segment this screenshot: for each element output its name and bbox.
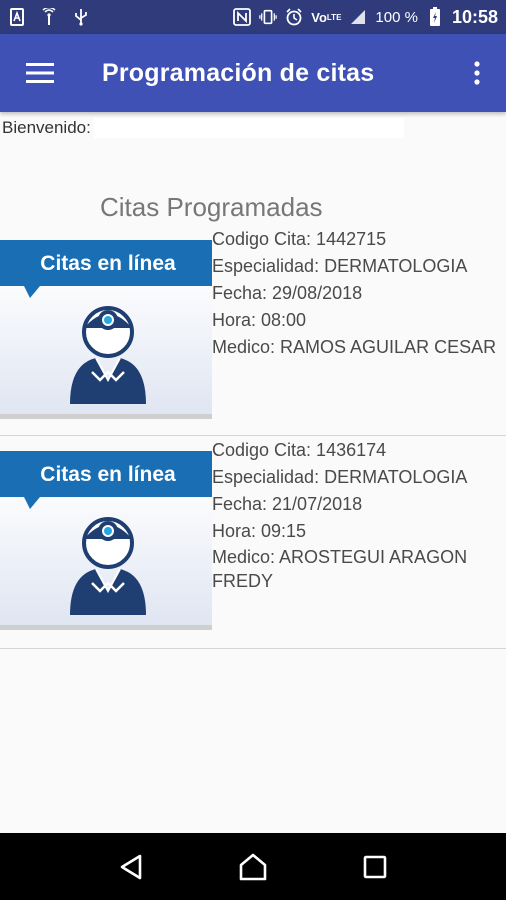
appointment-doctor: Medico: AROSTEGUI ARAGON FREDY xyxy=(212,547,468,591)
citas-en-linea-thumbnail: Citas en línea xyxy=(0,451,212,631)
clock: 10:58 xyxy=(451,6,498,27)
appointment-specialty: Especialidad: DERMATOLOGIA xyxy=(212,256,468,276)
volte-icon: Vo LTE xyxy=(311,9,342,25)
page-title: Programación de citas xyxy=(102,58,375,87)
vibrate-icon xyxy=(259,8,277,26)
hamburger-menu-icon[interactable] xyxy=(0,34,80,112)
battery-icon xyxy=(426,7,444,26)
app-icon xyxy=(8,8,26,26)
appointment-date: Fecha: 29/08/2018 xyxy=(212,283,363,303)
status-bar: Vo LTE 100 % 10:58 xyxy=(0,0,506,34)
recents-square-icon[interactable] xyxy=(345,842,405,892)
system-nav-bar xyxy=(0,833,506,900)
appointment-specialty: Especialidad: DERMATOLOGIA xyxy=(212,467,468,487)
appointment-code: Codigo Cita: 1442715 xyxy=(212,229,387,249)
appointment-doctor: Medico: RAMOS AGUILAR CESAR xyxy=(212,337,497,357)
thumbnail-caption: Citas en línea xyxy=(40,252,176,275)
battery-percent: 100 % xyxy=(375,8,418,26)
welcome-user-name xyxy=(93,118,404,138)
appointment-time: Hora: 08:00 xyxy=(212,310,307,330)
home-icon[interactable] xyxy=(223,842,283,892)
appointment-item[interactable]: Citas en línea Codigo Cita: 1436174 Espe… xyxy=(0,437,506,649)
usb-icon xyxy=(72,8,90,26)
appointment-date: Fecha: 21/07/2018 xyxy=(212,494,363,514)
thumbnail-caption: Citas en línea xyxy=(40,463,176,486)
appointment-details: Codigo Cita: 1442715 Especialidad: DERMA… xyxy=(212,226,506,361)
alarm-icon xyxy=(285,8,303,26)
app-bar: Programación de citas xyxy=(0,34,506,112)
back-triangle-icon[interactable] xyxy=(101,842,161,892)
appointment-code: Codigo Cita: 1436174 xyxy=(212,440,387,460)
appointment-details: Codigo Cita: 1436174 Especialidad: DERMA… xyxy=(212,437,506,593)
signal-icon xyxy=(349,8,367,26)
welcome-label: Bienvenido: xyxy=(2,118,91,137)
citas-en-linea-thumbnail: Citas en línea xyxy=(0,240,212,420)
appointment-item[interactable]: Citas en línea Codigo Cita: 1442715 Espe… xyxy=(0,226,506,436)
appointment-time: Hora: 09:15 xyxy=(212,521,307,541)
section-title: Citas Programadas xyxy=(100,192,323,222)
nfc-icon xyxy=(233,8,252,26)
more-vert-icon[interactable] xyxy=(448,34,506,112)
welcome-row: Bienvenido: xyxy=(2,118,404,138)
hotspot-icon xyxy=(40,8,58,26)
